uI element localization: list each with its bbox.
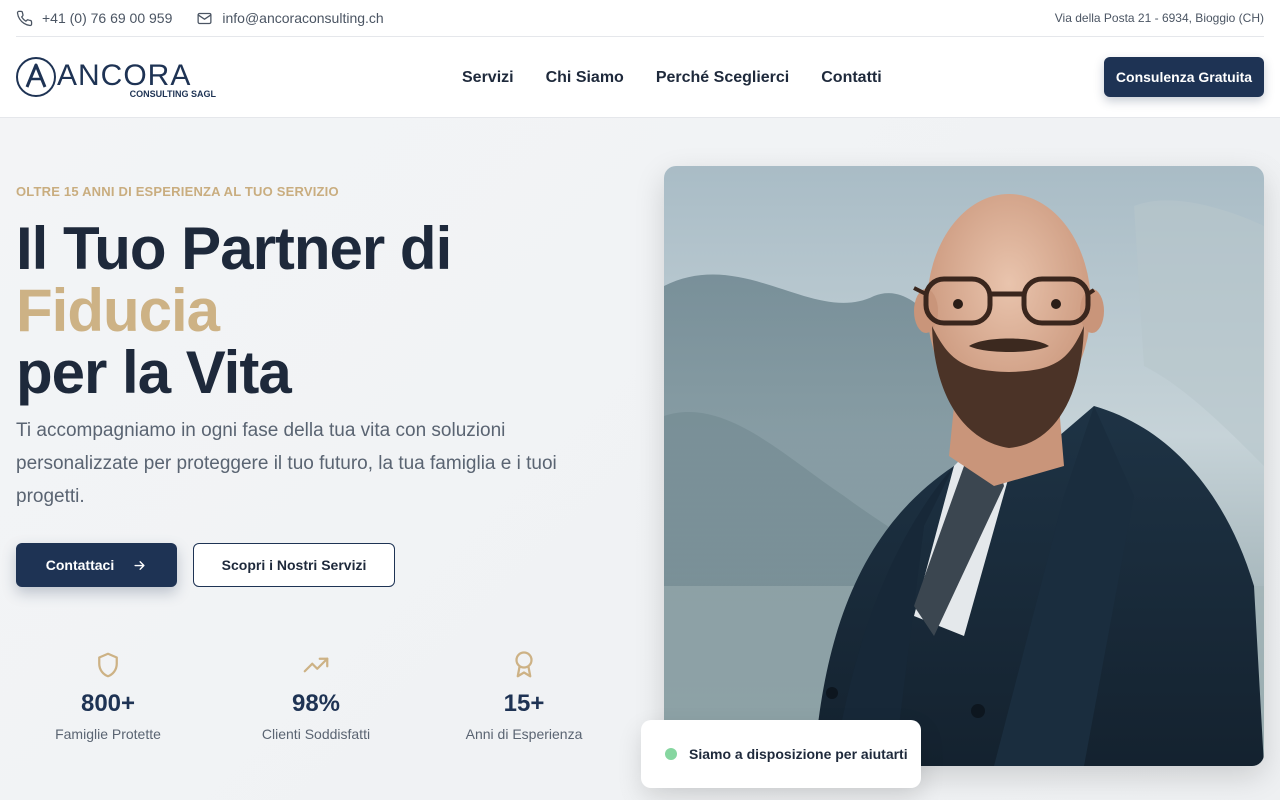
ancora-logo[interactable]: ANCORA CONSULTING SAGL (16, 55, 221, 99)
phone-number: +41 (0) 76 69 00 959 (42, 10, 173, 26)
hero-title-line3: per la Vita (16, 339, 292, 406)
hero-eyebrow: OLTRE 15 ANNI DI ESPERIENZA AL TUO SERVI… (16, 184, 339, 199)
nav-chi-siamo[interactable]: Chi Siamo (546, 69, 624, 87)
hero-title-accent: Fiducia (16, 277, 220, 344)
stat-families: 800+ Famiglie Protette (18, 650, 198, 742)
contact-button[interactable]: Contattaci (16, 543, 177, 587)
phone-icon (16, 10, 33, 26)
hero-description: Ti accompagniamo in ogni fase della tua … (16, 420, 557, 507)
consultant-portrait-image (664, 166, 1264, 766)
hero-section: OLTRE 15 ANNI DI ESPERIENZA AL TUO SERVI… (0, 118, 1280, 800)
stat-label: Clienti Soddisfatti (261, 726, 371, 742)
stat-value: 98% (291, 690, 341, 717)
main-nav: Servizi Chi Siamo Perché Sceglierci Cont… (462, 37, 882, 118)
status-dot (665, 748, 677, 760)
stat-label: Famiglie Protette (55, 726, 161, 742)
email-address: info@ancoraconsulting.ch (222, 10, 384, 26)
services-button[interactable]: Scopri i Nostri Servizi (193, 543, 395, 587)
nav-servizi[interactable]: Servizi (462, 69, 514, 87)
availability-text: Siamo a disposizione per aiutarti (689, 746, 908, 762)
site-header: ANCORA CONSULTING SAGL Servizi Chi Siamo… (0, 37, 1280, 118)
stat-value: 15+ (503, 690, 545, 717)
stat-experience: 15+ Anni di Esperienza (434, 650, 614, 742)
free-consultation-button[interactable]: Consulenza Gratuita (1104, 57, 1264, 97)
stat-satisfied: 98% Clienti Soddisfatti (226, 650, 406, 742)
consultant-photo (664, 166, 1264, 766)
award-icon (515, 651, 533, 678)
stat-value: 800+ (80, 690, 136, 717)
shield-icon (98, 652, 118, 678)
nav-perche-sceglierci[interactable]: Perché Sceglierci (656, 69, 789, 87)
nav-contatti[interactable]: Contatti (821, 69, 881, 87)
mail-icon (197, 12, 212, 24)
top-bar: +41 (0) 76 69 00 959 info@ancoraconsulti… (0, 0, 1280, 37)
email-contact[interactable]: info@ancoraconsulting.ch (196, 10, 384, 27)
hero-title-line1: Il Tuo Partner di (16, 215, 452, 282)
phone-contact[interactable]: +41 (0) 76 69 00 959 (16, 10, 172, 27)
logo-tagline: CONSULTING SAGL (130, 89, 217, 99)
arrow-right-icon (134, 560, 145, 570)
hero-title: Il Tuo Partner di Fiducia per la Vita (16, 215, 452, 406)
trending-up-icon (303, 657, 329, 673)
contact-button-label: Contattaci (45, 557, 115, 573)
availability-card: Siamo a disposizione per aiutarti (641, 720, 921, 788)
stat-label: Anni di Esperienza (465, 726, 583, 742)
office-address: Via della Posta 21 - 6934, Bioggio (CH) (1054, 11, 1264, 25)
logo-wordmark: ANCORA (57, 59, 191, 92)
